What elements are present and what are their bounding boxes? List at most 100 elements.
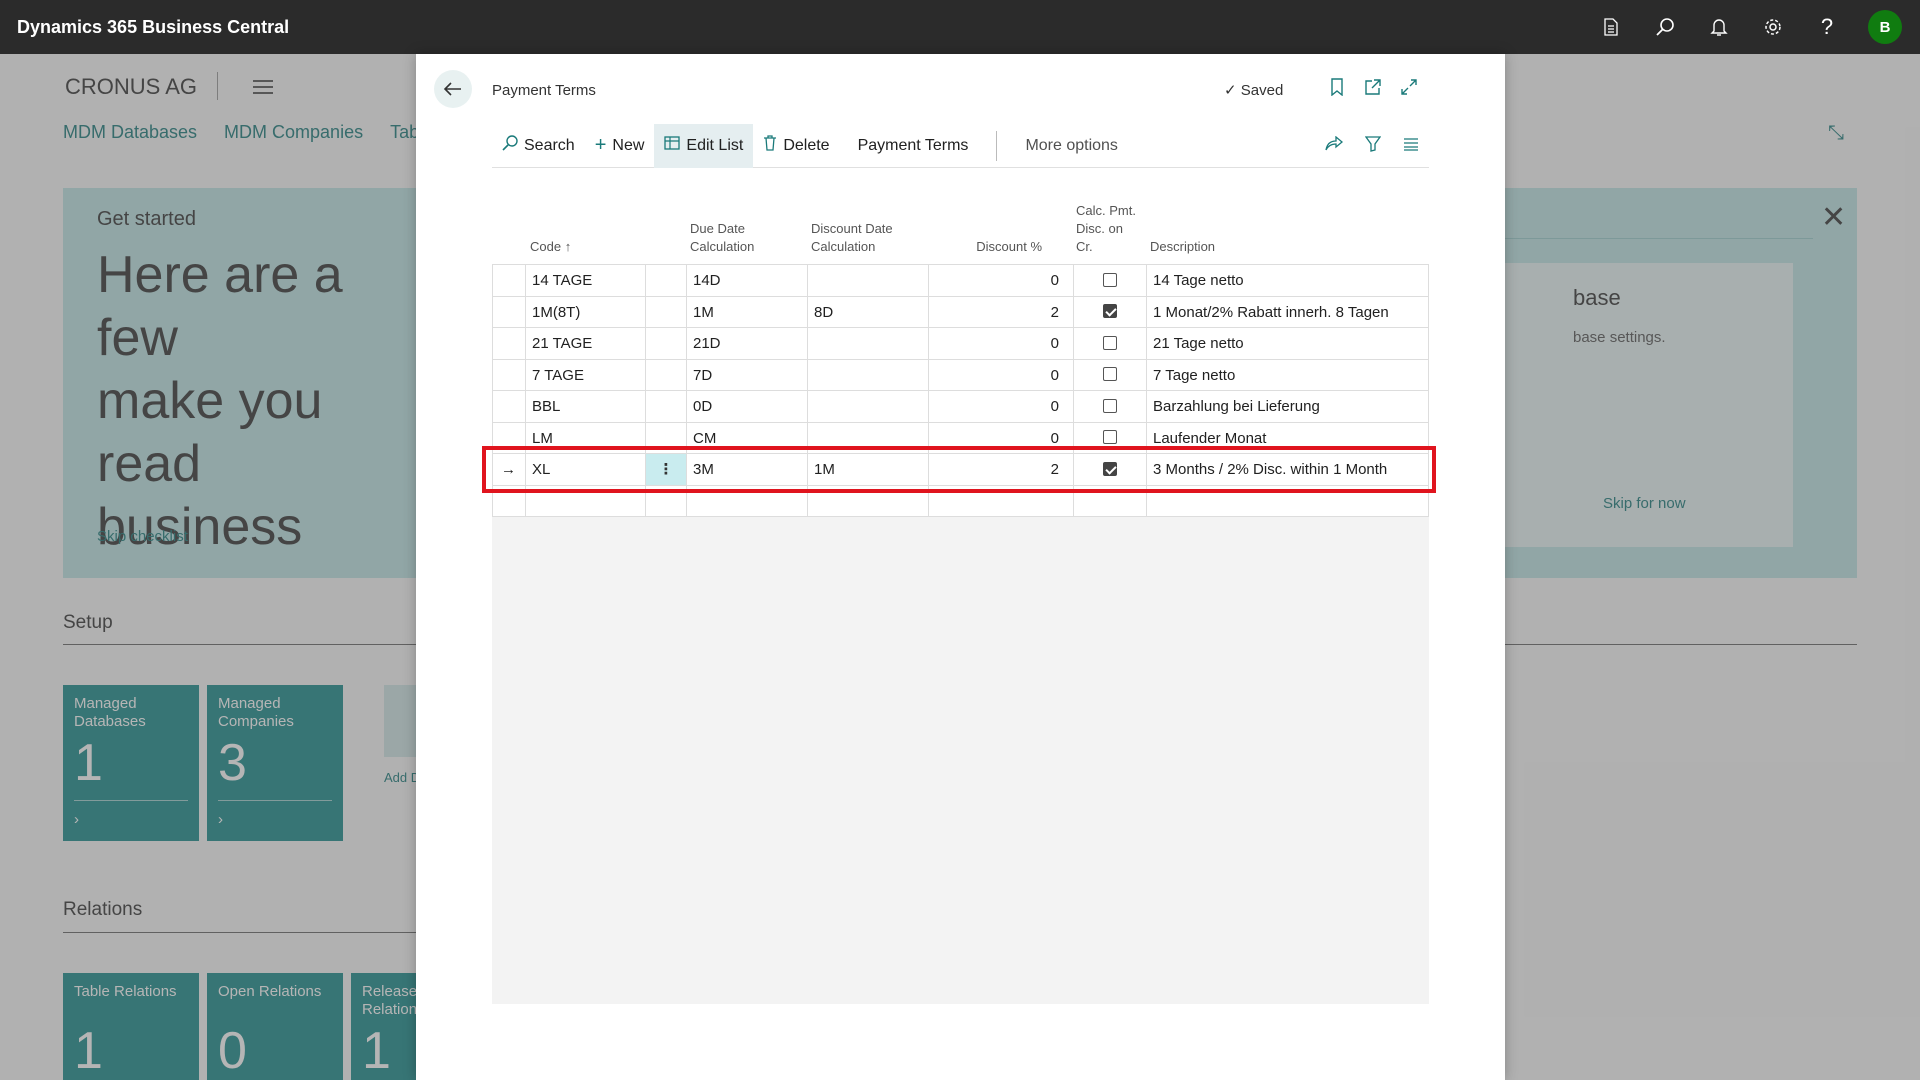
column-header-label: Code [530,239,562,254]
checkbox[interactable] [1103,304,1117,319]
calc-pmt-checkbox-cell[interactable] [1073,328,1146,359]
discount-date-cell[interactable] [807,328,928,359]
saved-status: ✓ Saved [1224,81,1283,99]
back-button[interactable] [434,70,472,108]
row-indicator [492,296,525,328]
column-header-description[interactable]: Description [1150,238,1215,256]
search-button[interactable]: Search [492,124,585,168]
divider [1428,265,1429,296]
action-bar: Search + New Edit List Delete Payment Te… [492,123,1429,168]
discount-date-cell[interactable] [807,265,928,296]
payment-terms-label: Payment Terms [857,136,969,154]
due-date-cell[interactable]: 7D [686,359,807,391]
description-cell[interactable]: 7 Tage netto [1146,359,1429,391]
more-options-button[interactable]: More options [1015,124,1128,168]
more-options-label: More options [1025,136,1118,154]
divider [1428,359,1429,391]
new-label: New [612,136,645,154]
discount-pct-cell[interactable]: 0 [928,391,1073,422]
help-icon[interactable]: ? [1814,14,1840,40]
checkbox[interactable] [1103,272,1117,287]
edit-list-button[interactable]: Edit List [654,123,754,168]
row-actions-button[interactable] [645,359,686,391]
discount-date-cell[interactable] [807,359,928,391]
delete-label: Delete [783,136,830,154]
grid-header: Code ↑ Due Date Calculation Discount Dat… [492,184,1429,264]
due-date-cell[interactable]: 14D [686,265,807,296]
payment-terms-menu[interactable]: Payment Terms [848,124,979,168]
checkbox[interactable] [1103,367,1117,382]
calc-pmt-checkbox-cell[interactable] [1073,359,1146,391]
divider [1428,296,1429,328]
description-cell[interactable]: Barzahlung bei Lieferung [1146,391,1429,422]
divider [996,130,998,161]
check-icon: ✓ [1224,82,1237,99]
column-header-calc-pmt[interactable]: Calc. Pmt. Disc. on Cr. [1076,202,1142,256]
discount-pct-cell[interactable]: 0 [928,328,1073,359]
divider [1428,328,1429,359]
row-indicator [492,265,525,296]
app-bar: Dynamics 365 Business Central ? B [0,0,1920,54]
highlight-box [482,446,1436,493]
code-cell[interactable]: BBL [525,391,645,422]
bell-icon[interactable] [1706,14,1732,40]
expand-icon[interactable] [1400,78,1418,101]
search-label: Search [524,136,575,154]
calc-pmt-checkbox-cell[interactable] [1073,296,1146,328]
row-actions-button[interactable] [645,265,686,296]
due-date-cell[interactable]: 0D [686,391,807,422]
avatar[interactable]: B [1868,10,1902,44]
calc-pmt-checkbox-cell[interactable] [1073,391,1146,422]
code-cell[interactable]: 14 TAGE [525,265,645,296]
discount-date-cell[interactable]: 8D [807,296,928,328]
column-header-discount-date[interactable]: Discount Date Calculation [811,220,911,256]
column-header-due-date[interactable]: Due Date Calculation [690,220,780,256]
calc-pmt-checkbox-cell[interactable] [1073,265,1146,296]
row-actions-button[interactable] [645,391,686,422]
checkbox[interactable] [1103,430,1117,445]
saved-label: Saved [1240,82,1284,99]
code-cell[interactable]: 21 TAGE [525,328,645,359]
due-date-cell[interactable]: 21D [686,328,807,359]
delete-button[interactable]: Delete [753,124,839,168]
table-row[interactable]: BBL 0D 0 Barzahlung bei Lieferung [492,390,1429,422]
due-date-cell[interactable]: 1M [686,296,807,328]
payment-terms-grid: Code ↑ Due Date Calculation Discount Dat… [492,184,1429,517]
row-actions-button[interactable] [645,328,686,359]
code-cell[interactable]: 7 TAGE [525,359,645,391]
payment-terms-dialog: Payment Terms ✓ Saved Search + New Edit … [416,54,1505,1080]
checkbox[interactable] [1103,335,1117,350]
document-icon[interactable] [1598,14,1624,40]
list-view-icon[interactable] [1403,137,1419,156]
discount-pct-cell[interactable]: 0 [928,359,1073,391]
gear-icon[interactable] [1760,14,1786,40]
table-row[interactable]: 1M(8T) 1M 8D 2 1 Monat/2% Rabatt innerh. 8 T… [492,295,1429,328]
row-indicator [492,391,525,422]
new-button[interactable]: + New [585,124,655,168]
search-icon[interactable] [1652,14,1678,40]
discount-date-cell[interactable] [807,391,928,422]
description-cell[interactable]: 14 Tage netto [1146,265,1429,296]
trash-icon [763,135,777,156]
bookmark-icon[interactable] [1330,78,1344,101]
table-row[interactable]: 21 TAGE 21D 0 21 Tage netto [492,327,1429,359]
row-actions-button[interactable] [645,296,686,328]
divider [1428,391,1429,422]
discount-pct-cell[interactable]: 0 [928,265,1073,296]
row-indicator [492,359,525,391]
discount-pct-cell[interactable]: 2 [928,296,1073,328]
open-new-window-icon[interactable] [1364,78,1382,101]
table-row[interactable]: 7 TAGE 7D 0 7 Tage netto [492,358,1429,391]
share-icon[interactable] [1325,135,1344,157]
checkbox[interactable] [1103,398,1117,413]
filter-icon[interactable] [1364,135,1382,157]
column-header-discount-pct[interactable]: Discount % [972,238,1042,256]
search-icon [502,135,518,156]
action-bar-right [1325,124,1419,168]
description-cell[interactable]: 21 Tage netto [1146,328,1429,359]
description-cell[interactable]: 1 Monat/2% Rabatt innerh. 8 Tagen [1146,296,1429,328]
column-header-code[interactable]: Code ↑ [530,238,571,256]
row-indicator [492,328,525,359]
code-cell[interactable]: 1M(8T) [525,296,645,328]
table-row[interactable]: 14 TAGE 14D 0 14 Tage netto [492,264,1429,296]
